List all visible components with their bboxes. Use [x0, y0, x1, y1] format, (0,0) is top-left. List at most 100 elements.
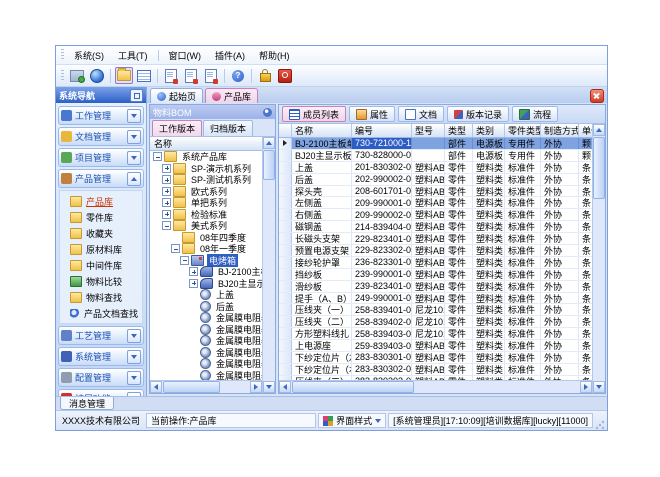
grid-vertical-scrollbar[interactable] — [592, 124, 605, 393]
table-row[interactable]: 长磁头支架229-823401-00I塑料ABS零件塑料类标准件外协条 — [279, 233, 592, 245]
row-selector[interactable] — [279, 162, 292, 173]
sidebar-item-4[interactable]: 中间件库 — [60, 257, 142, 273]
row-selector[interactable] — [279, 340, 292, 351]
row-selector[interactable] — [279, 150, 292, 161]
expand-icon[interactable] — [162, 198, 171, 207]
member-tab-3[interactable]: 版本记录 — [447, 106, 509, 122]
tree-hscroll-thumb[interactable] — [163, 381, 220, 393]
table-row[interactable]: 接纱轮护罩236-823301-00I塑料ABS零件塑料类标准件外协条 — [279, 257, 592, 269]
expand-icon[interactable] — [162, 187, 171, 196]
row-selector[interactable] — [279, 257, 292, 268]
table-row[interactable]: 预置电源支架229-823302-00I塑料ABS零件塑料类标准件外协条 — [279, 245, 592, 257]
sidebar-group-0[interactable]: 工作管理 — [58, 106, 144, 125]
table-row[interactable]: 压线夹（二）258-839402-00I尼龙1010零件塑料类标准件外协条 — [279, 316, 592, 328]
sidebar-group-6[interactable]: 配置管理 — [58, 368, 144, 387]
tree-vscroll-thumb[interactable] — [263, 150, 275, 180]
column-header-2[interactable]: 型号 — [412, 124, 445, 137]
table-row[interactable]: 上电源座259-839403-00I塑料ABS零件塑料类标准件外协条 — [279, 340, 592, 352]
sidebar-group-5[interactable]: 系统管理 — [58, 347, 144, 366]
column-header-6[interactable]: 制造方式 — [541, 124, 579, 137]
version-tab-1[interactable]: 归档版本 — [203, 120, 253, 136]
scroll-left-icon[interactable] — [279, 381, 291, 393]
group-chevron-button[interactable] — [127, 371, 141, 385]
row-selector[interactable] — [279, 281, 292, 292]
table-row[interactable]: BJ20主显示板730-828000-04I部件电源板专用件外协颗 — [279, 150, 592, 162]
menu-item-1[interactable]: 工具(T) — [111, 47, 155, 64]
scroll-right-icon[interactable] — [250, 381, 262, 393]
member-tab-4[interactable]: 流程 — [512, 106, 558, 122]
workspace-icon[interactable] — [68, 67, 86, 84]
table-row[interactable]: 左侧盖209-990001-01I塑料ABS零件塑料类标准件外协条 — [279, 197, 592, 209]
pin-icon[interactable] — [263, 108, 272, 117]
ui-style-button[interactable]: 界面样式 — [318, 413, 386, 428]
open-library-icon[interactable] — [115, 67, 133, 84]
sidebar-pin-icon[interactable] — [130, 89, 143, 102]
expand-icon[interactable] — [189, 267, 198, 276]
table-row[interactable]: 挡纱板239-990001-01I塑料ABS零件塑料类标准件外协条 — [279, 269, 592, 281]
sidebar-item-6[interactable]: 物料查找 — [60, 289, 142, 305]
collapse-icon[interactable] — [180, 256, 189, 265]
sidebar-group-1[interactable]: 文档管理 — [58, 127, 144, 146]
close-icon[interactable] — [590, 89, 604, 103]
scroll-left-icon[interactable] — [150, 381, 162, 393]
member-tab-0[interactable]: 成员列表 — [282, 106, 346, 122]
sidebar-item-7[interactable]: 产品文档查找 — [60, 305, 142, 321]
expand-icon[interactable] — [162, 164, 171, 173]
row-selector[interactable] — [279, 316, 292, 327]
sidebar-group-7[interactable]: SP扩展功能 — [58, 389, 144, 396]
scroll-down-icon[interactable] — [593, 381, 605, 393]
report-icon[interactable] — [162, 67, 180, 84]
row-selector[interactable] — [279, 304, 292, 315]
column-header-0[interactable]: 名称 — [292, 124, 352, 137]
row-selector[interactable] — [279, 138, 292, 149]
table-row[interactable]: BJ-2100主板单点730-721000-12I部件电源板专用件外协颗 — [279, 138, 592, 150]
menu-grip-handle[interactable] — [61, 49, 64, 61]
row-selector[interactable] — [279, 293, 292, 304]
doc-tab-0[interactable]: 起始页 — [150, 88, 203, 103]
tree-horizontal-scrollbar[interactable] — [150, 380, 262, 393]
sidebar-item-0[interactable]: 产品库 — [60, 193, 142, 209]
column-header-5[interactable]: 零件类型 — [505, 124, 541, 137]
table-row[interactable]: 磁钢盖214-839404-01I塑料ABS零件塑料类标准件外协条 — [279, 221, 592, 233]
menu-item-4[interactable]: 帮助(H) — [252, 47, 297, 64]
tree-node-11[interactable]: BJ20主显示板 — [150, 278, 262, 290]
resize-grip[interactable] — [595, 420, 605, 430]
scroll-down-icon[interactable] — [263, 381, 275, 393]
column-header-3[interactable]: 类型 — [445, 124, 473, 137]
lock-icon[interactable] — [256, 67, 274, 84]
grid-vscroll-thumb[interactable] — [593, 137, 605, 199]
column-header-4[interactable]: 类别 — [473, 124, 505, 137]
sidebar-group-4[interactable]: 工艺管理 — [58, 326, 144, 345]
grid-hscroll-thumb[interactable] — [292, 381, 414, 393]
toolbar-grip-handle[interactable] — [61, 70, 64, 82]
menu-item-2[interactable]: 窗口(W) — [162, 47, 209, 64]
group-chevron-button[interactable] — [127, 130, 141, 144]
row-selector[interactable] — [279, 352, 292, 363]
group-chevron-button[interactable] — [127, 109, 141, 123]
table-row[interactable]: 探头壳208-601701-01I塑料ABS零件塑料类标准件外协条 — [279, 186, 592, 198]
scroll-up-icon[interactable] — [263, 137, 275, 149]
sidebar-item-3[interactable]: 原材料库 — [60, 241, 142, 257]
menu-item-0[interactable]: 系统(S) — [67, 47, 111, 64]
group-chevron-button[interactable] — [127, 172, 141, 186]
group-chevron-button[interactable] — [127, 151, 141, 165]
table-row[interactable]: 压线夹（一）258-839401-00I尼龙1010零件塑料类标准件外协条 — [279, 304, 592, 316]
version-tab-0[interactable]: 工作版本 — [152, 120, 202, 136]
member-tab-2[interactable]: 文档 — [398, 106, 444, 122]
table-row[interactable]: 下纱定位片（右）283-830302-00I塑料ABS零件塑料类标准件外协条 — [279, 364, 592, 376]
row-selector[interactable] — [279, 174, 292, 185]
table-row[interactable]: 右侧盖209-990002-01I塑料ABS零件塑料类标准件外协条 — [279, 209, 592, 221]
row-selector[interactable] — [279, 364, 292, 375]
column-header-1[interactable]: 编号 — [352, 124, 412, 137]
expand-icon[interactable] — [162, 210, 171, 219]
row-selector[interactable] — [279, 209, 292, 220]
scroll-up-icon[interactable] — [593, 124, 605, 136]
collapse-icon[interactable] — [171, 244, 180, 253]
grid-view-icon[interactable] — [135, 67, 153, 84]
row-selector[interactable] — [279, 197, 292, 208]
tree-node-8[interactable]: 08年一季度 — [150, 243, 262, 255]
help-icon[interactable]: ? — [229, 67, 247, 84]
report-query-icon[interactable] — [182, 67, 200, 84]
row-selector[interactable] — [279, 328, 292, 339]
grid-horizontal-scrollbar[interactable] — [279, 380, 592, 393]
